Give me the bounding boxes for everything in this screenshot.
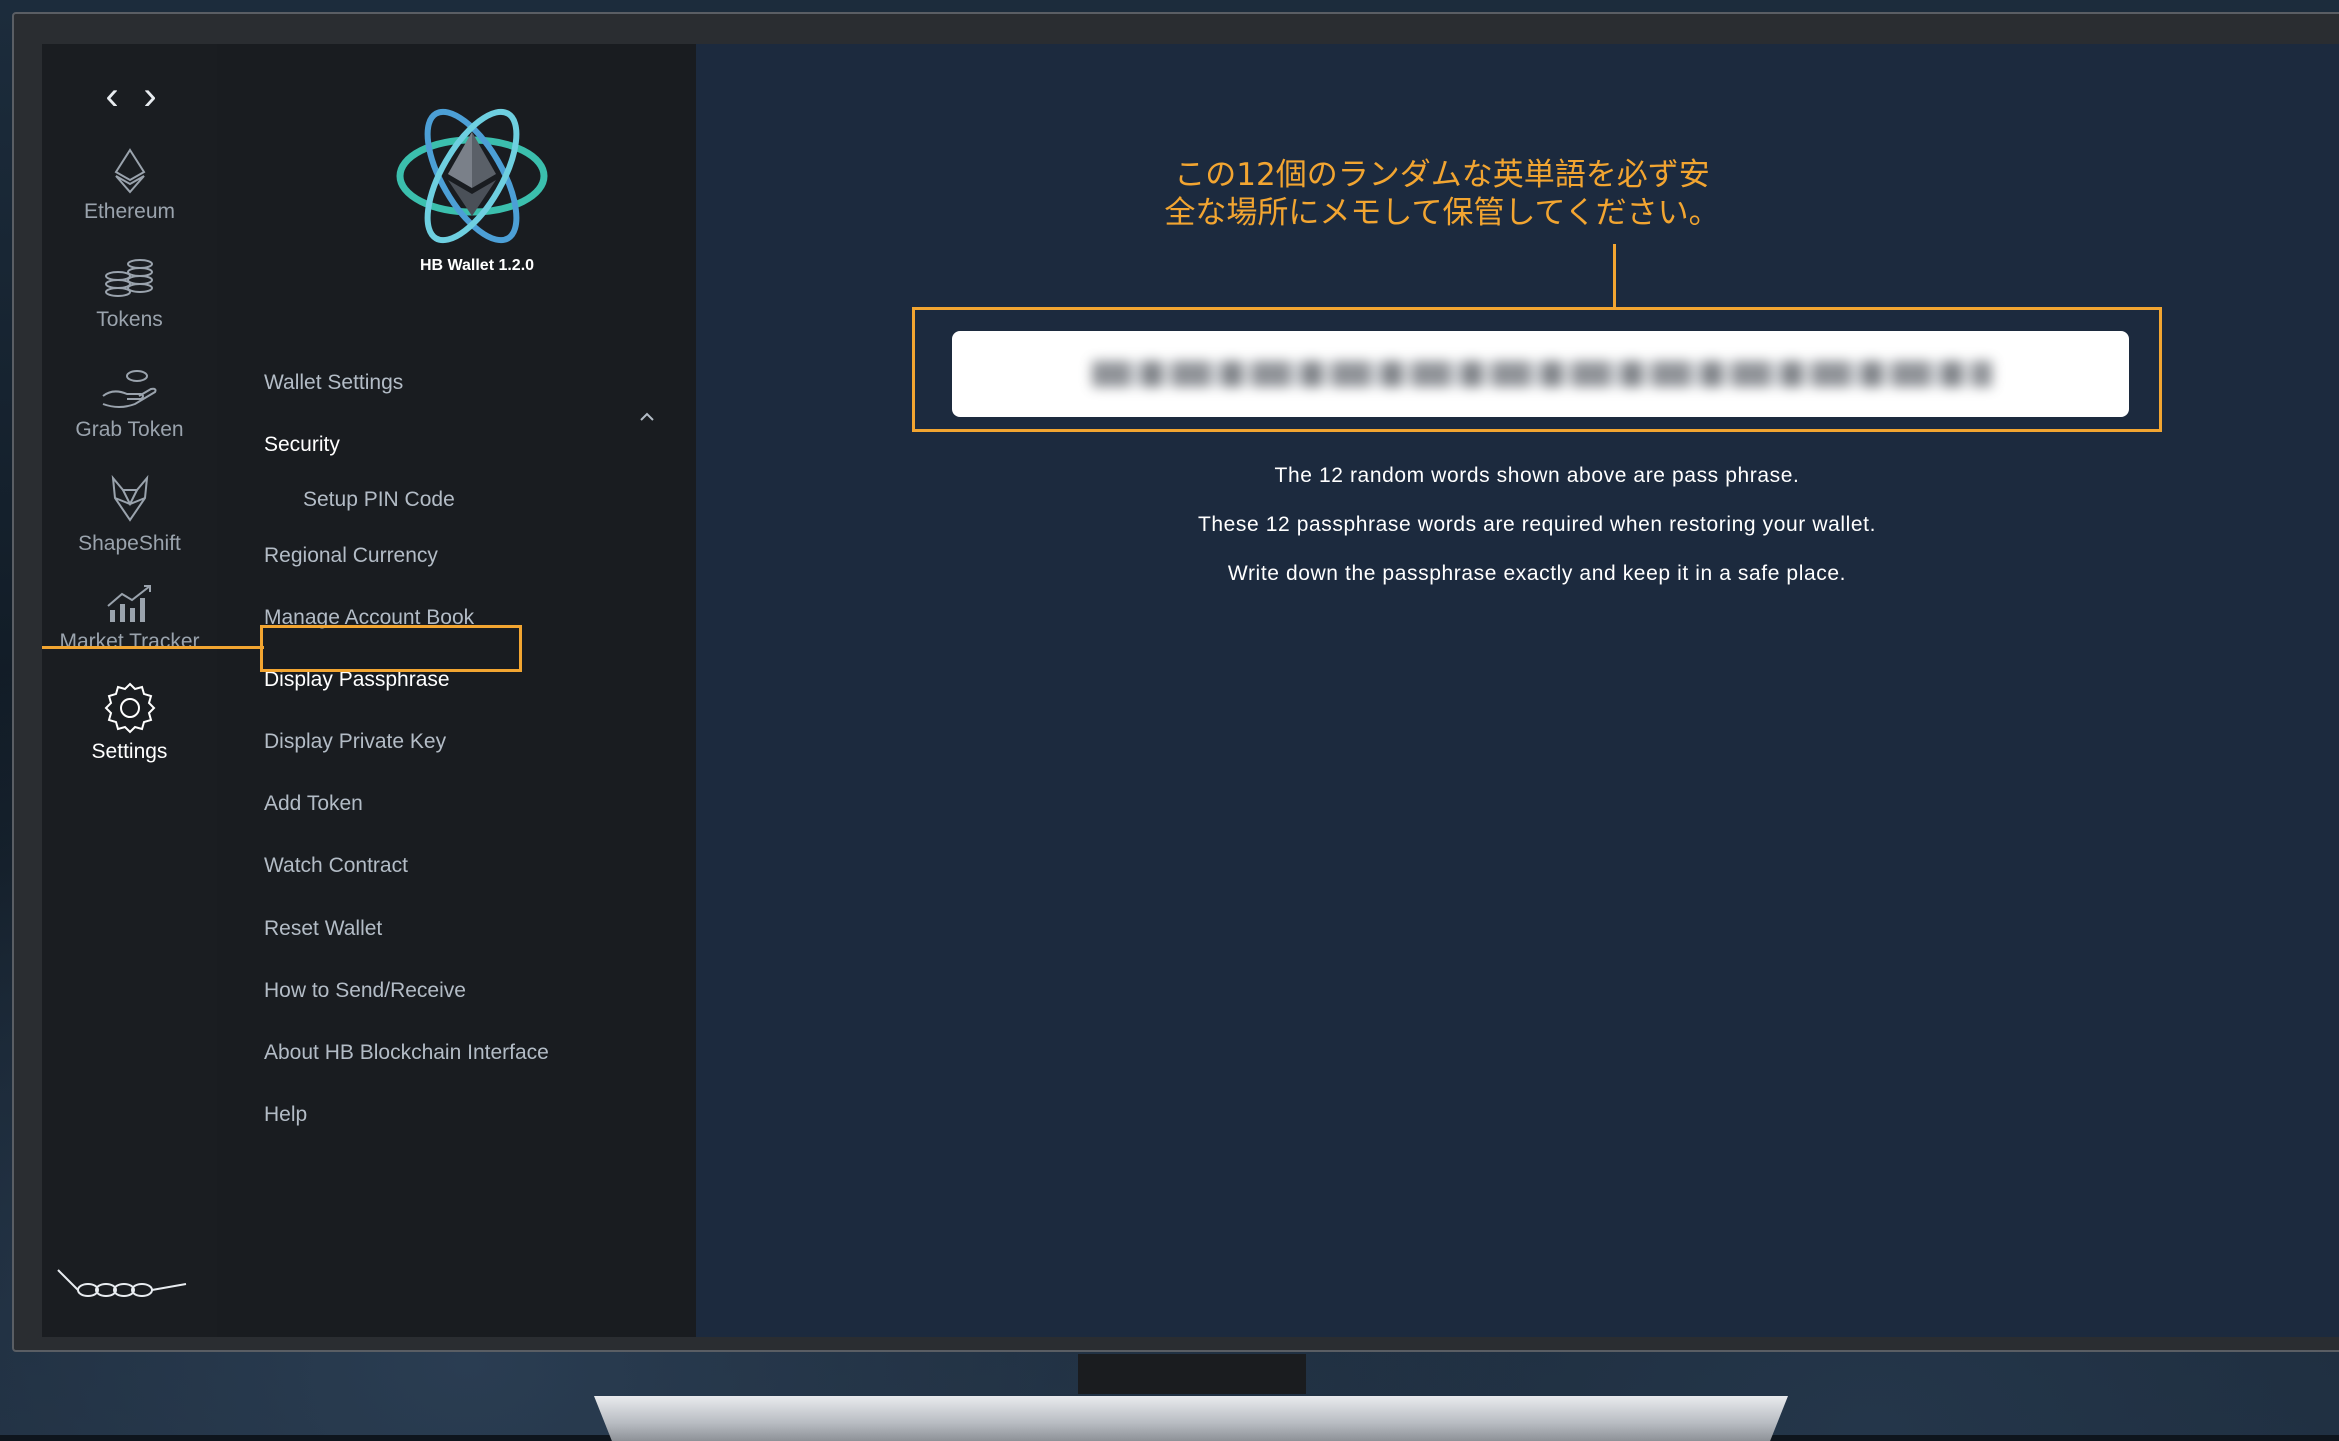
shapeshift-icon: [111, 474, 148, 522]
rail-item-label: Grab Token: [75, 418, 184, 441]
rail-item-label: Settings: [91, 740, 168, 763]
icon-rail: ‹ › Ethereum Tokens Grab Token ShapeShif…: [42, 44, 217, 1337]
rail-item-label: Market Tracker: [59, 630, 200, 653]
menu-item-display-private-key[interactable]: Display Private Key: [264, 730, 446, 754]
grab-token-icon: [101, 370, 156, 408]
menu-item-reset-wallet[interactable]: Reset Wallet: [264, 917, 382, 941]
menu-item-setup-pin-code[interactable]: Setup PIN Code: [303, 488, 455, 512]
rail-item-ethereum[interactable]: Ethereum: [42, 148, 217, 224]
hb-blockchain-logo: [57, 1269, 187, 1297]
menu-item-security[interactable]: Security: [264, 433, 340, 457]
rail-item-market-tracker[interactable]: Market Tracker: [42, 582, 217, 654]
rail-item-label: ShapeShift: [78, 532, 181, 555]
menu-item-regional-currency[interactable]: Regional Currency: [264, 544, 438, 568]
rail-item-grab-token[interactable]: Grab Token: [42, 366, 217, 442]
ethereum-icon: [114, 148, 145, 194]
back-button[interactable]: ‹: [94, 76, 130, 116]
passphrase-display[interactable]: [952, 331, 2129, 417]
annotation-line: 全な場所にメモして保管してください。: [1164, 195, 1720, 231]
menu-item-how-to-send-receive[interactable]: How to Send/Receive: [264, 979, 466, 1003]
menu-item-about[interactable]: About HB Blockchain Interface: [264, 1041, 549, 1065]
forward-button[interactable]: ›: [132, 76, 168, 116]
app-version: HB Wallet 1.2.0: [419, 257, 535, 274]
monitor-bezel: ‹ › Ethereum Tokens Grab Token ShapeShif…: [12, 12, 2339, 1352]
highlight-callout-line: [42, 646, 264, 649]
market-tracker-icon: [106, 585, 151, 622]
app-window: ‹ › Ethereum Tokens Grab Token ShapeShif…: [42, 44, 2339, 1337]
menu-item-help[interactable]: Help: [264, 1103, 307, 1127]
annotation-connector: [1613, 244, 1616, 307]
menu-item-watch-contract[interactable]: Watch Contract: [264, 854, 408, 878]
selected-item-highlight: [260, 625, 522, 672]
info-line: The 12 random words shown above are pass…: [1274, 464, 1800, 487]
chevron-up-icon[interactable]: [637, 410, 657, 424]
gear-icon: [104, 682, 155, 734]
tokens-icon: [104, 259, 153, 297]
rail-item-shapeshift[interactable]: ShapeShift: [42, 474, 217, 556]
menu-item-add-token[interactable]: Add Token: [264, 792, 363, 816]
rail-item-label: Ethereum: [83, 200, 176, 223]
passphrase-annotation: この12個のランダムな英単語を必ず安 全な場所にメモして保管してください。: [1122, 156, 1762, 232]
rail-item-tokens[interactable]: Tokens: [42, 256, 217, 332]
annotation-line: この12個のランダムな英単語を必ず安: [1174, 157, 1710, 193]
info-line: Write down the passphrase exactly and ke…: [1227, 562, 1847, 585]
rail-item-label: Tokens: [96, 308, 163, 331]
blurred-passphrase: [1092, 361, 1992, 387]
settings-menu: HB Wallet 1.2.0 Wallet Settings Security…: [217, 44, 696, 1337]
menu-item-wallet-settings[interactable]: Wallet Settings: [264, 371, 403, 395]
rail-item-settings[interactable]: Settings: [42, 682, 217, 764]
monitor-stand-base: [594, 1396, 1788, 1441]
hb-wallet-logo: [396, 108, 548, 244]
monitor-stand-neck: [1078, 1354, 1306, 1394]
info-line: These 12 passphrase words are required w…: [1197, 513, 1877, 536]
